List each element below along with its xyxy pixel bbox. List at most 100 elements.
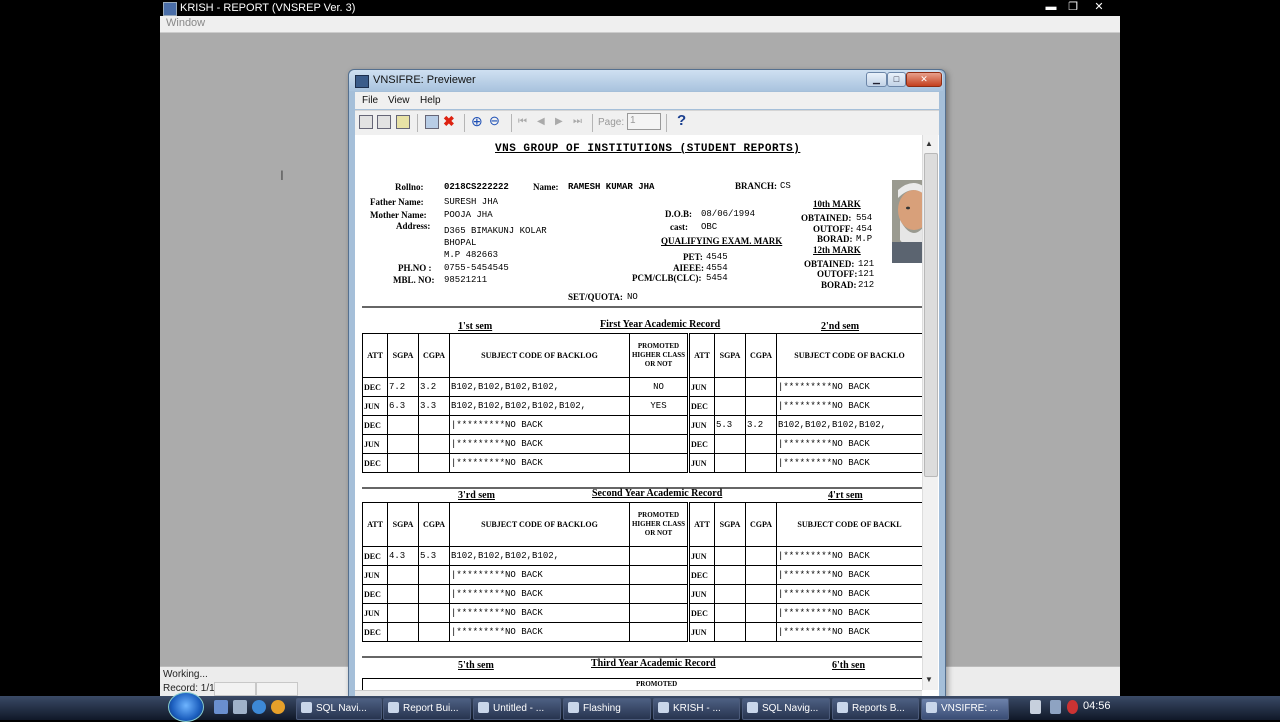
table-cell [629,565,688,585]
close-icon[interactable]: ✕ [1088,0,1110,14]
table-header-row: ATT SGPA CGPA SUBJECT CODE OF BACKLOG PROMOT… [362,502,688,547]
close-icon[interactable]: ✕ [906,72,942,87]
menu-window[interactable]: Window [166,17,205,29]
table-cell: |*********NO BACK [449,584,630,604]
taskbar-item-label: KRISH - ... [673,703,721,714]
col-backlog: SUBJECT CODE OF BACKLOG [449,502,630,547]
table-cell: |*********NO BACK [776,396,923,416]
internet-explorer-icon[interactable] [252,700,266,714]
table-cell [629,603,688,623]
taskbar-item[interactable]: Reports B... [832,698,919,720]
taskbar-item[interactable]: SQL Navi... [296,698,382,720]
table-cell: |*********NO BACK [776,546,923,566]
table-cell [629,415,688,435]
taskbar-item[interactable]: KRISH - ... [653,698,740,720]
table-row: DEC |*********NO BACK [362,453,688,473]
volume-muted-icon[interactable] [1067,700,1078,714]
page-setup-icon[interactable] [425,115,439,129]
table-row: JUN |*********NO BACK [689,453,923,473]
mbl-label: MBL. NO: [393,275,435,285]
table-cell: DEC [689,603,715,623]
zoom-in-icon[interactable]: ⊕ [471,113,483,130]
table-row: DEC |*********NO BACK [689,603,923,623]
table-row: JUN |*********NO BACK [689,584,923,604]
scroll-down-icon[interactable]: ▼ [925,675,933,684]
name-label: Name: [533,182,559,192]
table-cell [387,434,419,454]
export-icon[interactable] [396,115,410,129]
semester-label: 2'nd sem [821,321,860,332]
help-icon[interactable]: ? [677,112,686,129]
tray-icon[interactable] [1030,700,1041,714]
table-cell: JUN [362,603,388,623]
close-preview-icon[interactable]: ✖ [443,113,455,130]
menu-help[interactable]: Help [420,95,441,106]
col-cgpa: CGPA [745,502,777,547]
table-cell: JUN [689,377,715,397]
switch-windows-icon[interactable] [233,700,247,714]
table-cell: JUN [362,396,388,416]
phno-label: PH.NO : [398,263,432,273]
table-cell: B102,B102,B102,B102, [449,377,630,397]
table-cell: |*********NO BACK [776,434,923,454]
print-setup-icon[interactable] [377,115,391,129]
next-page-icon[interactable]: ▶ [555,116,563,127]
name-value: RAMESH KUMAR JHA [568,182,655,192]
table-header-row: ATT SGPA CGPA SUBJECT CODE OF BACKL [689,502,923,547]
table-cell: JUN [689,453,715,473]
table-cell [387,453,419,473]
taskbar-item[interactable]: Report Bui... [383,698,471,720]
taskbar-item[interactable]: SQL Navig... [742,698,830,720]
semester-table: ATT SGPA CGPA SUBJECT CODE OF BACKL JUN |****… [689,502,923,642]
maximize-icon[interactable]: □ [887,72,906,87]
col-promoted: PROMOTED HIGHER CLASS OR NOT [629,333,688,378]
table-cell [745,546,777,566]
chrome-icon[interactable] [271,700,285,714]
scroll-thumb[interactable] [924,153,938,477]
address-line-1: D365 BIMAKUNJ KOLAR [444,226,547,236]
page-input[interactable]: 1 [627,113,661,130]
table-cell: B102,B102,B102,B102,B102, [449,396,630,416]
minimize-icon[interactable]: ▬ [1040,0,1062,14]
network-icon[interactable] [1050,700,1061,714]
table-row: DEC |*********NO BACK [689,396,923,416]
print-icon[interactable] [359,115,373,129]
menu-view[interactable]: View [388,95,410,106]
aieee-value: 4554 [706,263,728,273]
col-sgpa: SGPA [387,333,419,378]
table-cell: |*********NO BACK [449,453,630,473]
scroll-up-icon[interactable]: ▲ [925,139,933,148]
table-cell: |*********NO BACK [776,622,923,642]
table-cell [745,377,777,397]
last-page-icon[interactable]: ⏭ [573,116,582,127]
restore-icon[interactable]: ❐ [1062,0,1084,14]
table-cell: 7.2 [387,377,419,397]
menu-file[interactable]: File [362,95,378,106]
toolbar-separator [666,114,667,132]
previewer-toolbar: ✖ ⊕ ⊖ ⏮ ◀ ▶ ⏭ Page: 1 ? [355,110,939,136]
taskbar-item[interactable]: VNSIFRE: ... [921,698,1009,720]
table-cell: |*********NO BACK [449,415,630,435]
taskbar-item[interactable]: Flashing [563,698,651,720]
table-cell [714,584,746,604]
start-button[interactable] [168,692,204,722]
previewer-title: VNSIFRE: Previewer [373,74,476,86]
semester-label: 3'rd sem [458,490,495,501]
minimize-icon[interactable]: ▁ [866,72,887,87]
show-desktop-icon[interactable] [214,700,228,714]
zoom-out-icon[interactable]: ⊖ [489,113,500,129]
table-cell: 3.2 [418,377,450,397]
col-promoted: PROMOTED HIGHER CLASS OR NOT [629,502,688,547]
table-row: DEC |*********NO BACK [689,434,923,454]
tenth-board-label: BORAD: [817,234,853,244]
twelfth-board-label: BORAD: [821,280,857,290]
report-page: VNS GROUP OF INSTITUTIONS (STUDENT REPOR… [355,135,939,697]
cast-label: cast: [670,222,688,232]
table-cell [745,434,777,454]
taskbar-item[interactable]: Untitled - ... [473,698,561,720]
semester-label: 1'st sem [458,321,493,332]
prev-page-icon[interactable]: ◀ [537,116,545,127]
first-page-icon[interactable]: ⏮ [518,116,527,127]
branch-label: BRANCH: [735,181,777,191]
vertical-scrollbar[interactable]: ▲ ▼ [922,135,938,690]
